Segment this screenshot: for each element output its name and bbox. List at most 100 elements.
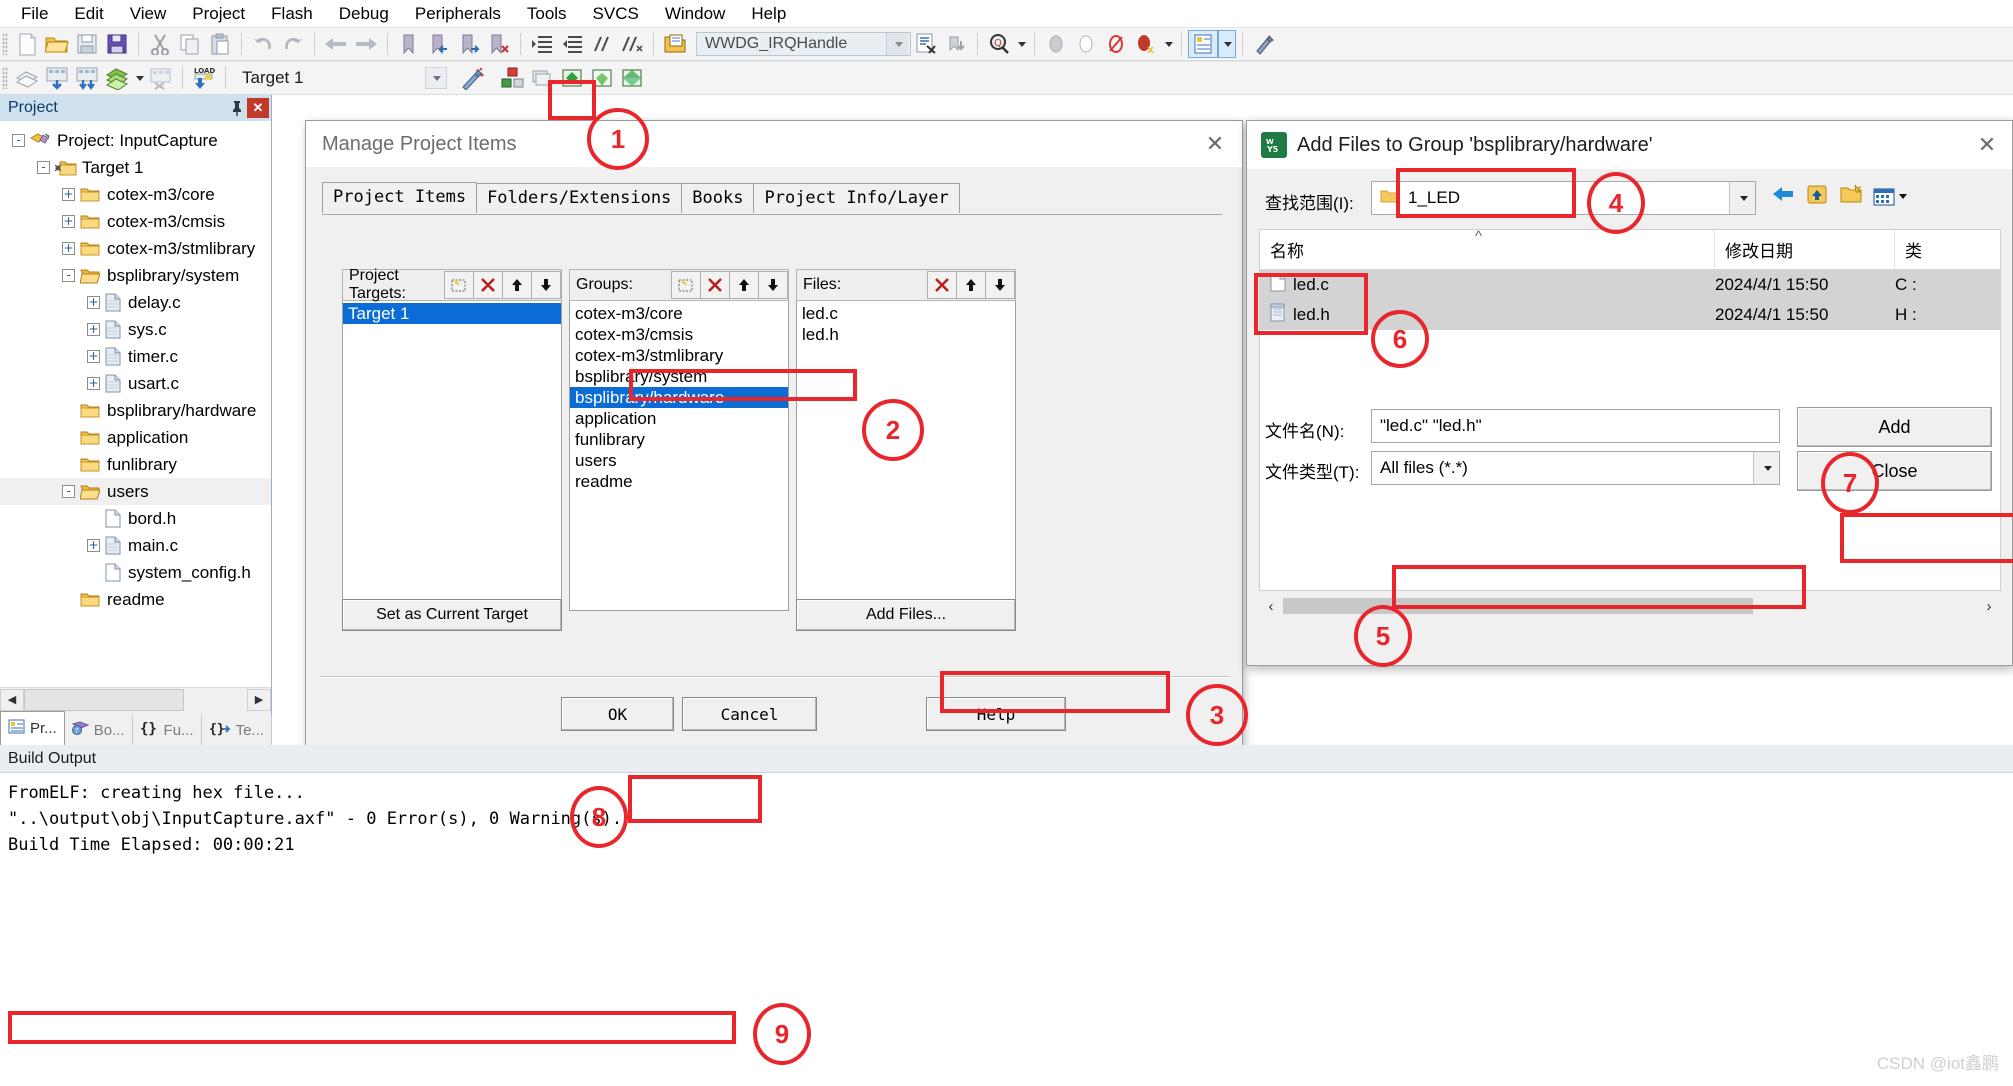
remove-bookmark-button[interactable]	[1071, 30, 1101, 58]
redo-button[interactable]	[278, 30, 308, 58]
new-icon[interactable]	[444, 271, 474, 299]
scrollbar-thumb[interactable]	[1283, 598, 1753, 614]
project-tab-fu[interactable]: {} Fu...	[133, 715, 202, 745]
filetype-combo[interactable]: All files (*.*)	[1371, 451, 1780, 485]
bookmark-prev-button[interactable]	[424, 30, 454, 58]
browse-symbol-button[interactable]	[660, 30, 690, 58]
move-up-icon[interactable]	[956, 271, 986, 299]
indent-button[interactable]	[527, 30, 557, 58]
collapse-icon[interactable]: -	[12, 134, 25, 147]
tree-item[interactable]: + cotex-m3/core	[0, 181, 271, 208]
column-name[interactable]: 名称 ^	[1260, 228, 1715, 269]
collapse-icon[interactable]: -	[62, 485, 75, 498]
comment-button[interactable]	[587, 30, 617, 58]
file-rows[interactable]: led.c 2024/4/1 15:50 C : led.h 2024/4/1 15:5…	[1260, 270, 2000, 330]
menu-item-flash[interactable]: Flash	[258, 2, 326, 26]
breakpoints-dropdown-button[interactable]	[1161, 30, 1175, 58]
group-item[interactable]: bsplibrary/system	[570, 366, 788, 387]
tree-item[interactable]: - bsplibrary/system	[0, 262, 271, 289]
build-output-text[interactable]: FromELF: creating hex file... "..\output\…	[0, 774, 2013, 1086]
tree-item[interactable]: bord.h	[0, 505, 271, 532]
close-button[interactable]: Close	[1797, 451, 1992, 491]
chevron-down-icon[interactable]	[886, 33, 908, 55]
project-tab-te[interactable]: {} Te...	[202, 715, 272, 745]
target-combo[interactable]: Target 1	[234, 65, 449, 91]
scroll-right-arrow[interactable]: ▶	[247, 688, 271, 711]
menu-item-edit[interactable]: Edit	[61, 2, 116, 26]
close-icon[interactable]: ✕	[1970, 130, 2004, 160]
toolbar-grip[interactable]	[2, 33, 8, 55]
uncomment-button[interactable]	[617, 30, 647, 58]
collapse-icon[interactable]: -	[62, 269, 75, 282]
tree-item[interactable]: - users	[0, 478, 271, 505]
chevron-right-icon[interactable]: ›	[1977, 598, 2001, 615]
close-icon[interactable]: ✕	[1198, 129, 1232, 159]
chevron-down-icon[interactable]	[1753, 452, 1779, 484]
tree-item[interactable]: readme	[0, 586, 271, 613]
chevron-down-icon[interactable]	[425, 67, 447, 89]
pin-icon[interactable]	[227, 98, 247, 118]
new-icon[interactable]	[671, 271, 701, 299]
group-item[interactable]: cotex-m3/core	[570, 303, 788, 324]
project-tree[interactable]: - Project: InputCapture - Target 1 + cotex-m3…	[0, 121, 271, 693]
download-button[interactable]: LOAD	[189, 64, 219, 92]
project-tree-hscrollbar[interactable]: ◀ ▶	[0, 687, 271, 711]
project-tab-pr[interactable]: Pr...	[0, 711, 65, 745]
group-item[interactable]: users	[570, 450, 788, 471]
build-button[interactable]	[42, 64, 72, 92]
bookmark-toggle-button[interactable]	[394, 30, 424, 58]
project-target-item[interactable]: Target 1	[343, 303, 561, 324]
rebuild-button[interactable]	[72, 64, 102, 92]
move-down-icon[interactable]	[985, 271, 1015, 299]
batch-build-button[interactable]	[102, 64, 132, 92]
cut-button[interactable]	[145, 30, 175, 58]
tree-item[interactable]: + delay.c	[0, 289, 271, 316]
file-list-hscrollbar[interactable]: ‹ ›	[1259, 593, 2001, 619]
file-item[interactable]: led.h	[797, 324, 1015, 345]
column-type[interactable]: 类	[1895, 230, 2000, 269]
collapse-icon[interactable]: -	[37, 161, 50, 174]
outdent-button[interactable]	[557, 30, 587, 58]
group-item[interactable]: readme	[570, 471, 788, 492]
toolbar-grip[interactable]	[2, 67, 8, 89]
batch-build-dropdown-button[interactable]	[132, 64, 146, 92]
configuration-wizard-button[interactable]	[1249, 30, 1279, 58]
lookin-combo[interactable]: 1_LED	[1371, 181, 1756, 215]
move-down-icon[interactable]	[531, 271, 561, 299]
insert-bookmark-gray-button[interactable]	[1041, 30, 1071, 58]
group-item[interactable]: bsplibrary/hardware	[570, 387, 788, 408]
expand-icon[interactable]: +	[87, 539, 100, 552]
scroll-left-arrow[interactable]: ◀	[0, 688, 24, 711]
copy-button[interactable]	[175, 30, 205, 58]
menu-item-tools[interactable]: Tools	[514, 2, 580, 26]
kill-all-breakpoints-button[interactable]: x	[1131, 30, 1161, 58]
view-mode-icon[interactable]	[1873, 187, 1907, 207]
expand-icon[interactable]: +	[62, 188, 75, 201]
tree-item[interactable]: + cotex-m3/stmlibrary	[0, 235, 271, 262]
menu-item-help[interactable]: Help	[738, 2, 799, 26]
dialog-tab-project-info-layer[interactable]: Project Info/Layer	[753, 183, 960, 213]
file-row[interactable]: led.c 2024/4/1 15:50 C :	[1260, 270, 2000, 300]
tree-item[interactable]: + timer.c	[0, 343, 271, 370]
new-file-button[interactable]	[12, 30, 42, 58]
symbol-combo[interactable]: WWDG_IRQHandle	[696, 32, 911, 56]
target-options-wizard-button[interactable]	[457, 64, 487, 92]
chevron-down-icon[interactable]	[1729, 182, 1755, 214]
group-item[interactable]: cotex-m3/cmsis	[570, 324, 788, 345]
chevron-left-icon[interactable]: ‹	[1259, 598, 1283, 615]
tree-item[interactable]: + sys.c	[0, 316, 271, 343]
move-up-icon[interactable]	[729, 271, 759, 299]
tree-item[interactable]: - Project: InputCapture	[0, 127, 271, 154]
tree-item[interactable]: + main.c	[0, 532, 271, 559]
menu-item-file[interactable]: File	[8, 2, 61, 26]
menu-item-svcs[interactable]: SVCS	[580, 2, 652, 26]
project-window-dropdown-button[interactable]	[1218, 30, 1236, 58]
navigate-back-button[interactable]	[321, 30, 351, 58]
disable-breakpoints-button[interactable]	[1101, 30, 1131, 58]
menu-item-window[interactable]: Window	[652, 2, 738, 26]
cancel-button[interactable]: Cancel	[682, 697, 817, 731]
project-targets-list[interactable]: Target 1	[342, 301, 562, 611]
expand-icon[interactable]: +	[87, 377, 100, 390]
expand-icon[interactable]: +	[87, 323, 100, 336]
tree-item[interactable]: system_config.h	[0, 559, 271, 586]
